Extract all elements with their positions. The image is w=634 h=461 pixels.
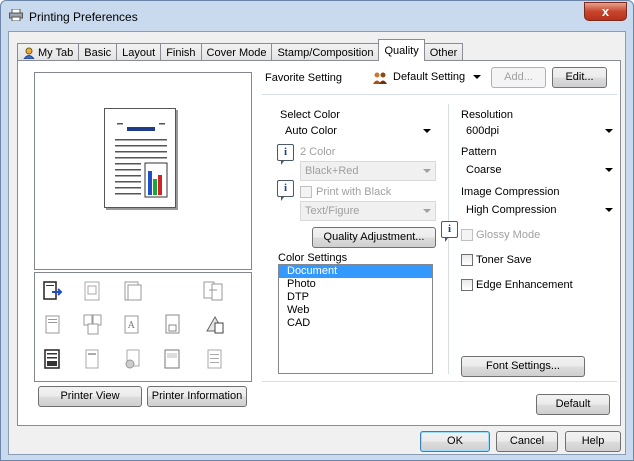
close-button[interactable]: x — [584, 2, 627, 21]
print-with-black-label: Print with Black — [316, 186, 392, 198]
pattern-value: Coarse — [466, 164, 502, 176]
glossy-mode-checkbox[interactable] — [461, 229, 473, 241]
window-title: Printing Preferences — [29, 10, 138, 24]
overlay-icon — [165, 314, 180, 334]
add-favorite-button[interactable]: Add... — [491, 67, 546, 88]
chevron-down-icon — [605, 129, 613, 133]
booklet-icon — [124, 281, 142, 301]
text-page-icon — [207, 349, 222, 369]
tab-finish[interactable]: Finish — [160, 43, 202, 61]
group-divider-vertical — [448, 104, 449, 374]
printer-view-button[interactable]: Printer View — [38, 386, 142, 407]
print-with-black-value: Text/Figure — [305, 205, 360, 217]
tab-layout[interactable]: Layout — [116, 43, 162, 61]
glossy-mode-label: Glossy Mode — [476, 229, 541, 241]
select-color-value: Auto Color — [285, 125, 337, 137]
select-color-dropdown[interactable]: Auto Color — [280, 121, 436, 141]
resolution-dropdown[interactable]: 600dpi — [461, 121, 618, 141]
edge-enhancement-label: Edge Enhancement — [476, 279, 573, 291]
two-color-value: Black+Red — [305, 165, 359, 177]
tab-quality[interactable]: Quality — [378, 39, 425, 61]
page-preview-thumbnail — [104, 108, 176, 208]
resolution-label: Resolution — [461, 109, 513, 121]
tab-label: My Tab — [38, 46, 74, 59]
list-item-photo[interactable]: Photo — [279, 278, 432, 291]
info-icon[interactable]: i — [277, 180, 294, 201]
chevron-down-icon — [605, 168, 613, 172]
svg-text:A: A — [127, 321, 135, 331]
quality-page-icon — [44, 349, 60, 369]
two-color-dropdown[interactable]: Black+Red — [300, 161, 436, 181]
secure-print-icon — [125, 349, 140, 369]
list-item-dtp[interactable]: DTP — [279, 291, 432, 304]
list-item-document[interactable]: Document — [279, 265, 432, 278]
favorite-setting-label: Favorite Setting — [265, 72, 343, 84]
combine-icon — [83, 314, 102, 335]
tab-other[interactable]: Other — [423, 43, 464, 61]
favorite-people-icon — [373, 72, 387, 84]
tab-cover-mode[interactable]: Cover Mode — [200, 43, 273, 61]
output-tray-icon — [43, 281, 63, 300]
staple-icon — [45, 315, 60, 334]
n-up-icon — [84, 281, 100, 301]
pattern-label: Pattern — [461, 146, 497, 158]
default-button[interactable]: Default — [536, 394, 610, 415]
two-color-label: 2 Color — [300, 146, 336, 158]
font-settings-button[interactable]: Font Settings... — [461, 356, 585, 377]
copy-icon — [85, 349, 99, 369]
chevron-down-icon — [605, 208, 613, 212]
toner-save-checkbox[interactable] — [461, 254, 473, 266]
group-divider-top — [262, 94, 617, 95]
list-item-web[interactable]: Web — [279, 304, 432, 317]
quality-adjustment-button[interactable]: Quality Adjustment... — [312, 227, 436, 248]
tab-insert-icon — [164, 349, 180, 369]
title-bar[interactable]: Printing Preferences x — [1, 1, 633, 31]
chevron-down-icon — [423, 209, 431, 213]
info-icon[interactable]: i — [441, 221, 458, 242]
help-button[interactable]: Help — [565, 431, 621, 452]
stamp-a-icon: A — [124, 315, 139, 334]
color-settings-list[interactable]: Document Photo DTP Web CAD — [278, 264, 433, 374]
favorite-setting-value: Default Setting — [393, 71, 466, 83]
duplex-icon — [203, 281, 223, 301]
image-compression-value: High Compression — [466, 204, 557, 216]
pattern-dropdown[interactable]: Coarse — [461, 160, 618, 180]
image-compression-dropdown[interactable]: High Compression — [461, 200, 618, 220]
chevron-down-icon — [423, 169, 431, 173]
chevron-down-icon — [473, 75, 481, 79]
chevron-down-icon — [423, 129, 431, 133]
cancel-button[interactable]: Cancel — [496, 431, 558, 452]
print-with-black-checkbox[interactable] — [300, 186, 312, 198]
watermark-icon — [206, 315, 224, 334]
tab-my-tab[interactable]: My Tab — [17, 43, 80, 61]
toner-save-label: Toner Save — [476, 254, 532, 266]
print-with-black-dropdown[interactable]: Text/Figure — [300, 201, 436, 221]
edit-favorite-button[interactable]: Edit... — [552, 67, 607, 88]
favorite-setting-dropdown[interactable]: Default Setting — [368, 67, 486, 87]
person-icon — [23, 47, 35, 59]
document-preview-graphic — [115, 123, 168, 198]
edge-enhancement-checkbox[interactable] — [461, 279, 473, 291]
color-settings-label: Color Settings — [278, 252, 348, 264]
resolution-value: 600dpi — [466, 125, 500, 137]
tab-basic[interactable]: Basic — [78, 43, 118, 61]
tab-strip: My Tab Basic Layout Finish Cover Mode St… — [17, 39, 464, 61]
select-color-label: Select Color — [280, 109, 340, 121]
printer-icon — [9, 9, 23, 21]
info-icon[interactable]: i — [277, 144, 294, 165]
list-item-cad[interactable]: CAD — [279, 317, 432, 330]
tab-stamp-composition[interactable]: Stamp/Composition — [271, 43, 380, 61]
image-compression-label: Image Compression — [461, 186, 560, 198]
ok-button[interactable]: OK — [420, 431, 490, 452]
printer-information-button[interactable]: Printer Information — [147, 386, 247, 407]
group-divider-bottom — [262, 381, 617, 382]
